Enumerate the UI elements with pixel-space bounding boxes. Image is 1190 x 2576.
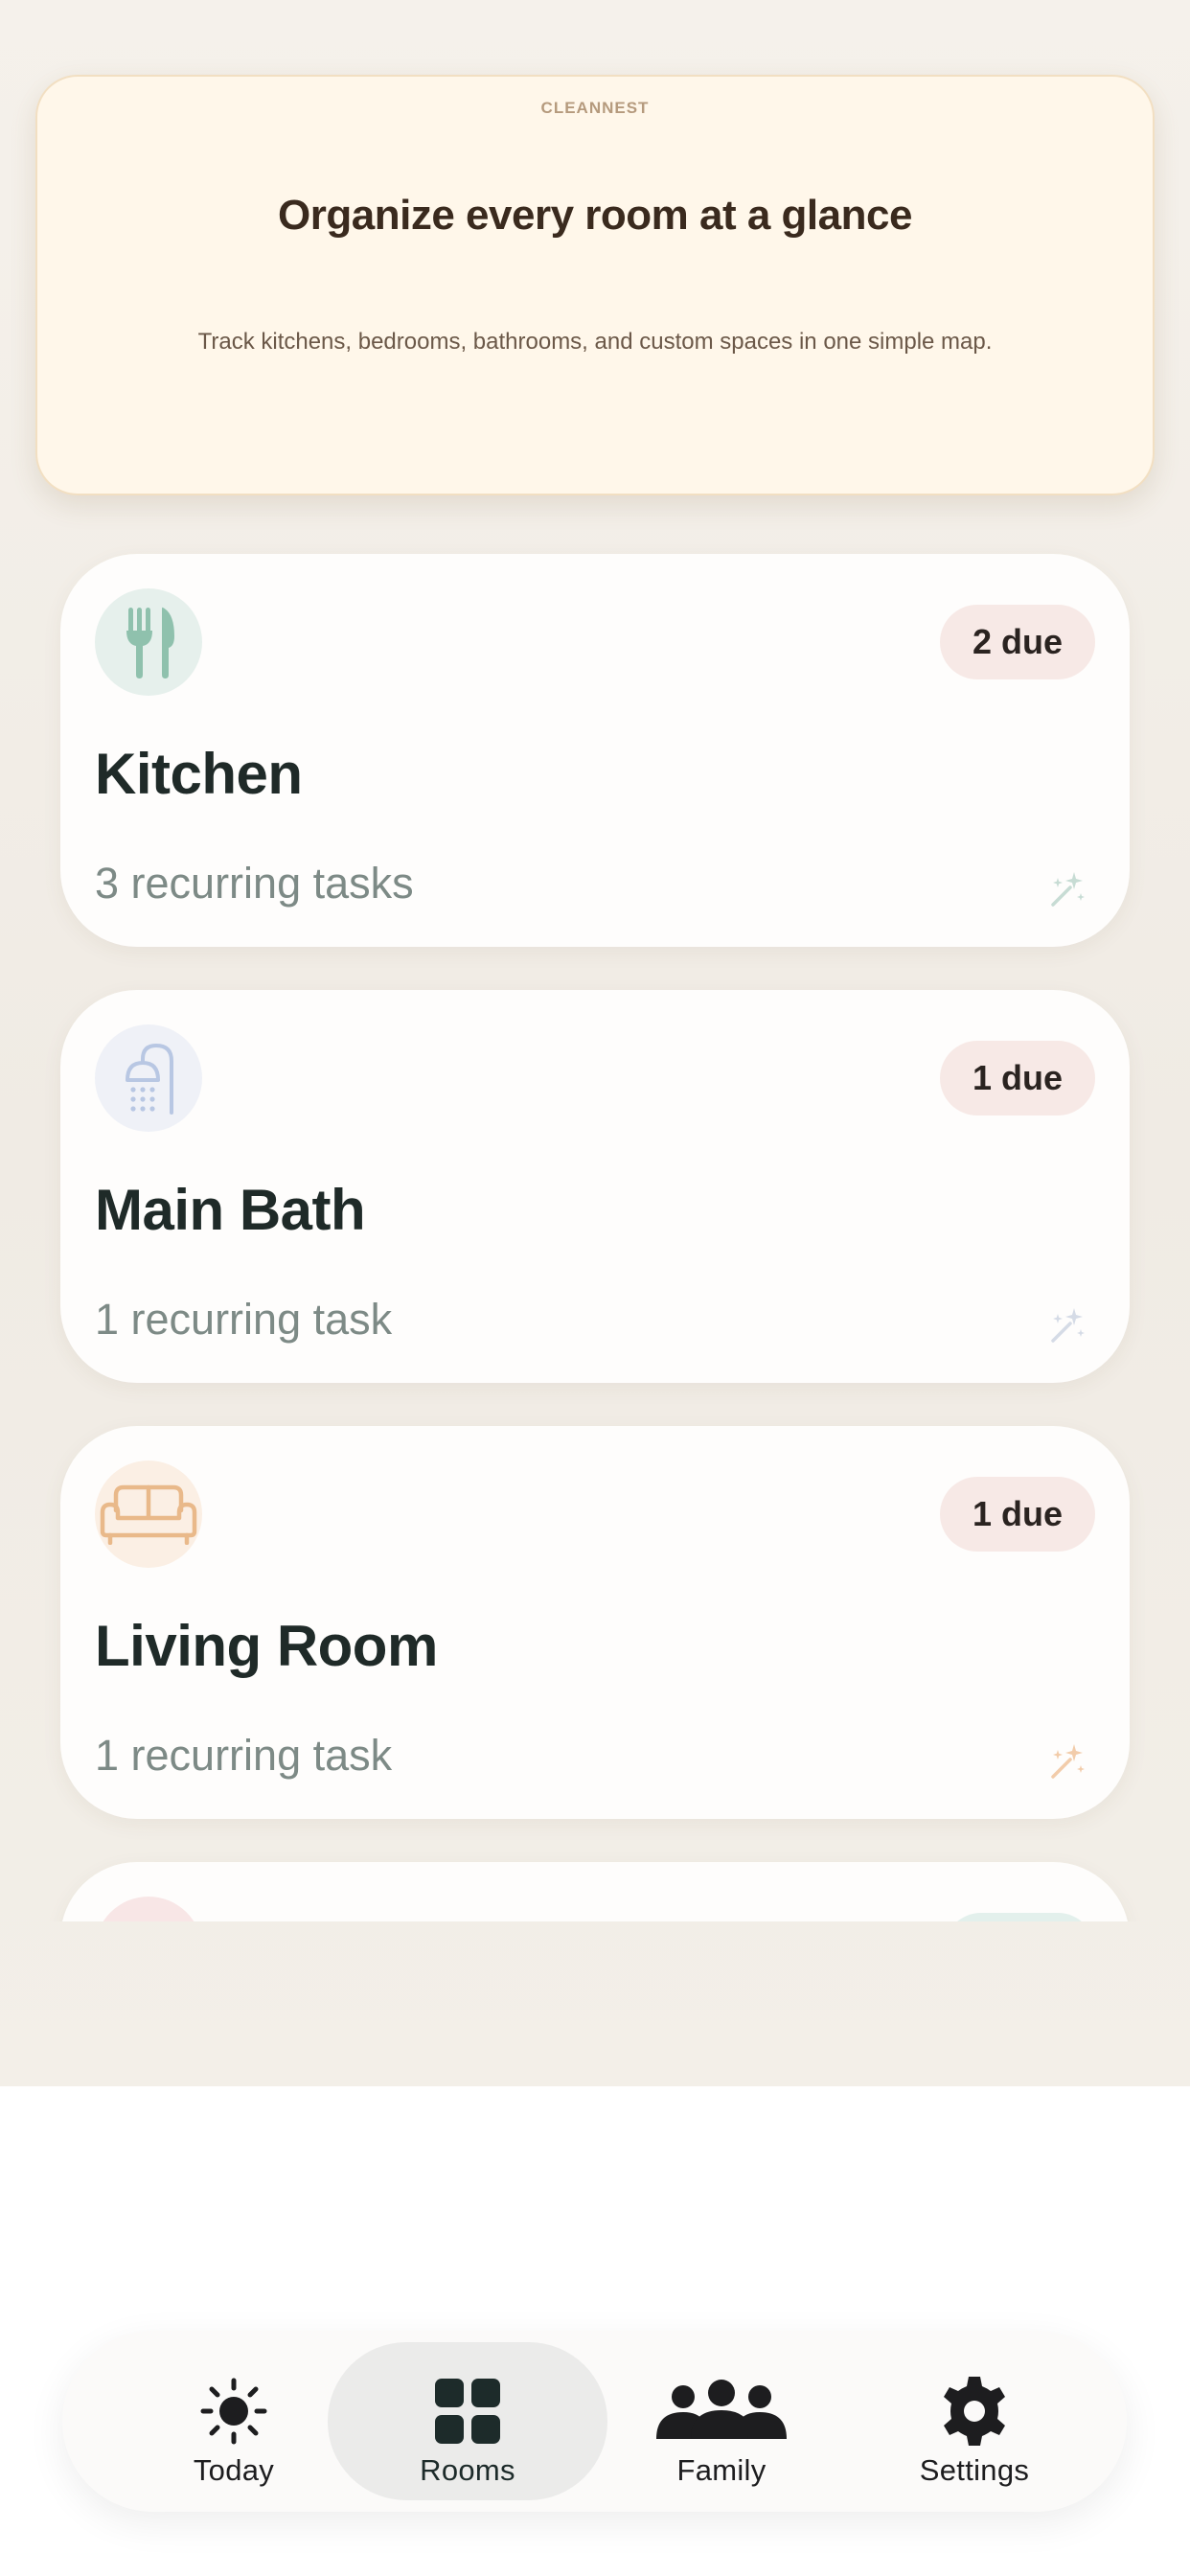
people-icon xyxy=(582,2377,861,2446)
hero-subtitle: Track kitchens, bedrooms, bathrooms, and… xyxy=(197,329,993,355)
magic-wand-icon xyxy=(1051,1308,1085,1343)
shower-icon xyxy=(95,1024,202,1132)
due-badge: 2 due xyxy=(939,605,1095,679)
tab-label: Settings xyxy=(919,2453,1030,2487)
fork-knife-icon xyxy=(95,588,202,696)
due-badge: 1 due xyxy=(939,1477,1095,1552)
room-task-count: 1 recurring task xyxy=(95,1295,393,1344)
magic-wand-icon xyxy=(1051,1744,1085,1779)
hero-banner: CLEANNEST Organize every room at a glanc… xyxy=(35,75,1155,495)
room-task-count: 3 recurring tasks xyxy=(95,859,414,908)
room-list: 2 due Kitchen 3 recurring tasks 1 due Ma… xyxy=(0,537,1190,1921)
sofa-icon xyxy=(95,1460,202,1568)
due-badge-partial xyxy=(944,1913,1095,1921)
tab-family[interactable]: Family xyxy=(582,2342,861,2500)
room-name: Main Bath xyxy=(95,1178,366,1242)
room-card-living-room[interactable]: 1 due Living Room 1 recurring task xyxy=(60,1426,1130,1819)
room-name: Kitchen xyxy=(95,742,303,806)
room-name: Living Room xyxy=(95,1614,438,1678)
gear-icon xyxy=(835,2377,1114,2446)
magic-wand-icon xyxy=(1051,872,1085,907)
hero-title: Organize every room at a glance xyxy=(278,192,912,239)
due-badge: 1 due xyxy=(939,1041,1095,1116)
room-task-count: 1 recurring task xyxy=(95,1731,393,1780)
bottom-tab-bar: Today Rooms Family Settings xyxy=(62,2331,1127,2512)
room-card-main-bath[interactable]: 1 due Main Bath 1 recurring task xyxy=(60,990,1130,1383)
tab-label: Family xyxy=(676,2453,767,2487)
tab-label: Rooms xyxy=(420,2453,515,2487)
room-card-partial[interactable] xyxy=(60,1862,1130,1921)
tab-rooms[interactable]: Rooms xyxy=(328,2342,607,2500)
grid-icon xyxy=(328,2377,607,2446)
room-icon-partial xyxy=(95,1897,202,1921)
room-card-kitchen[interactable]: 2 due Kitchen 3 recurring tasks xyxy=(60,554,1130,947)
app-brand-label: CLEANNEST xyxy=(540,99,650,117)
tab-settings[interactable]: Settings xyxy=(835,2342,1114,2500)
